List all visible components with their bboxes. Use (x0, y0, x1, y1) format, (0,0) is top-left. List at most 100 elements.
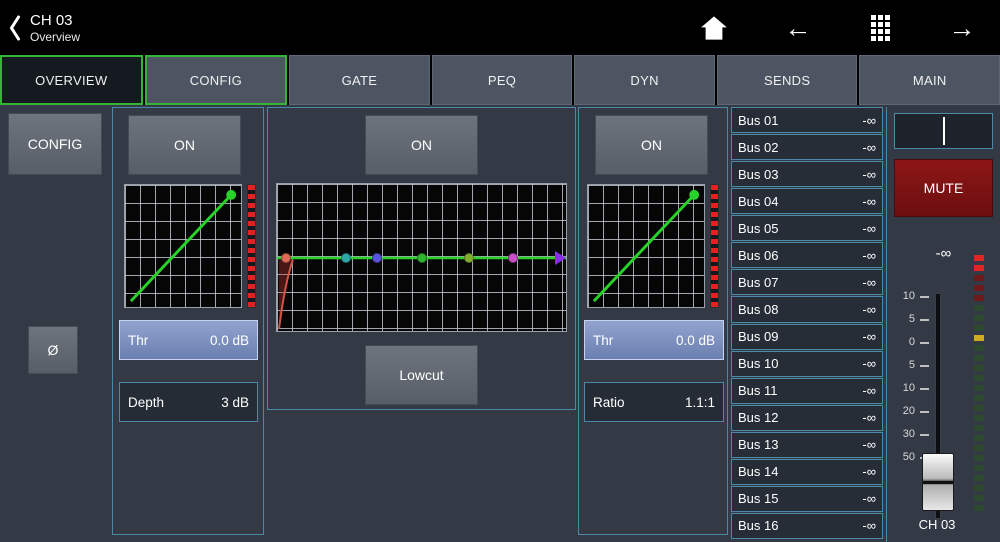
meter-segment (974, 375, 984, 381)
bus-send-level: -∞ (862, 194, 876, 209)
bus-row[interactable]: Bus 01-∞ (731, 107, 883, 133)
peq-band-marker-4[interactable] (417, 253, 427, 263)
config-button[interactable]: CONFIG (8, 113, 102, 175)
dyn-ratio-label: Ratio (593, 395, 625, 410)
bus-name: Bus 12 (738, 410, 778, 425)
phase-invert-button[interactable]: Ø (28, 326, 78, 374)
gate-graph[interactable] (124, 184, 242, 308)
gate-depth-value: 3 dB (221, 395, 249, 410)
bus-name: Bus 01 (738, 113, 778, 128)
fader-handle[interactable] (922, 453, 954, 511)
bus-name: Bus 04 (738, 194, 778, 209)
fader-scale-tick (920, 365, 929, 367)
meter-segment (974, 495, 984, 501)
bus-name: Bus 09 (738, 329, 778, 344)
back-chevron-icon (8, 14, 21, 42)
dyn-ratio-field[interactable]: Ratio 1.1:1 (584, 382, 724, 422)
peq-panel: ON Lowcut (267, 107, 576, 410)
pan-control[interactable] (894, 113, 993, 149)
bus-name: Bus 08 (738, 302, 778, 317)
tab-overview[interactable]: OVERVIEW (0, 55, 143, 105)
bus-row[interactable]: Bus 07-∞ (731, 269, 883, 295)
peq-band-markers (277, 184, 566, 331)
keypad-grid-icon (871, 15, 890, 41)
bus-row[interactable]: Bus 12-∞ (731, 405, 883, 431)
bus-row[interactable]: Bus 15-∞ (731, 486, 883, 512)
gate-on-button[interactable]: ON (128, 115, 241, 175)
fader-scale-label: 10 (891, 382, 915, 394)
bus-row[interactable]: Bus 06-∞ (731, 242, 883, 268)
mute-button[interactable]: MUTE (894, 159, 993, 217)
bus-row[interactable]: Bus 09-∞ (731, 324, 883, 350)
dyn-graph[interactable] (587, 184, 705, 308)
meter-segment (974, 425, 984, 431)
next-button[interactable]: → (944, 11, 980, 45)
peq-band-marker-1[interactable] (281, 253, 291, 263)
tab-main[interactable]: MAIN (859, 55, 1000, 105)
tab-bar: OVERVIEW CONFIG GATE PEQ DYN SENDS MAIN (0, 55, 1000, 105)
fader-scale-label: 50 (891, 451, 915, 463)
meter-segment (974, 485, 984, 491)
bus-name: Bus 14 (738, 464, 778, 479)
meter-segment (974, 445, 984, 451)
tab-dyn[interactable]: DYN (574, 55, 715, 105)
fader-scale-tick (920, 411, 929, 413)
home-button[interactable] (696, 11, 732, 45)
meter-segment (974, 325, 984, 331)
bus-name: Bus 13 (738, 437, 778, 452)
peq-band-marker-5[interactable] (464, 253, 474, 263)
meter-segment (974, 335, 984, 341)
bus-row[interactable]: Bus 02-∞ (731, 134, 883, 160)
bus-row[interactable]: Bus 05-∞ (731, 215, 883, 241)
prev-button[interactable]: ← (780, 11, 816, 45)
dyn-threshold-field[interactable]: Thr 0.0 dB (584, 320, 724, 360)
back-button[interactable]: CH 03 Overview (8, 7, 80, 49)
fader-scale-label: 20 (891, 405, 915, 417)
bus-row[interactable]: Bus 13 -∞ (731, 432, 883, 458)
meter-segment (974, 465, 984, 471)
peq-band-marker-3[interactable] (372, 253, 382, 263)
gate-depth-label: Depth (128, 395, 164, 410)
peq-band-marker-7[interactable] (555, 251, 566, 265)
bus-name: Bus 16 (738, 518, 778, 533)
gate-depth-field[interactable]: Depth 3 dB (119, 382, 258, 422)
bus-send-level: -∞ (862, 302, 876, 317)
meter-segment (974, 455, 984, 461)
right-arrow-icon: → (949, 13, 976, 43)
meter-segment (974, 255, 984, 261)
dyn-panel: ON Thr 0.0 dB Ratio 1.1:1 (578, 107, 728, 535)
tab-sends[interactable]: SENDS (717, 55, 858, 105)
meter-segment (974, 305, 984, 311)
channel-title: CH 03 (30, 11, 80, 30)
bus-row[interactable]: Bus 11-∞ (731, 378, 883, 404)
bus-send-level: -∞ (862, 221, 876, 236)
fader-scale-tick (920, 388, 929, 390)
page-subtitle: Overview (30, 30, 80, 45)
bus-row[interactable]: Bus 03-∞ (731, 161, 883, 187)
bus-send-level: -∞ (862, 437, 876, 452)
bus-send-level: -∞ (862, 356, 876, 371)
bus-name: Bus 15 (738, 491, 778, 506)
peq-band-marker-2[interactable] (341, 253, 351, 263)
bus-row[interactable]: Bus 08 -∞ (731, 296, 883, 322)
dyn-ratio-value: 1.1:1 (685, 395, 715, 410)
gate-threshold-field[interactable]: Thr 0.0 dB (119, 320, 258, 360)
bus-send-level: -∞ (862, 140, 876, 155)
scenes-button[interactable] (862, 11, 898, 45)
peq-graph[interactable] (276, 183, 567, 332)
lowcut-button[interactable]: Lowcut (365, 345, 478, 405)
sends-bus-list: Bus 01-∞Bus 02-∞Bus 03-∞Bus 04-∞Bus 05-∞… (731, 107, 883, 539)
bus-row[interactable]: Bus 14-∞ (731, 459, 883, 485)
bus-send-level: -∞ (862, 248, 876, 263)
tab-peq[interactable]: PEQ (432, 55, 573, 105)
gate-threshold-label: Thr (128, 333, 148, 348)
tab-gate[interactable]: GATE (289, 55, 430, 105)
meter-segment (974, 295, 984, 301)
bus-row[interactable]: Bus 10-∞ (731, 351, 883, 377)
dyn-on-button[interactable]: ON (595, 115, 708, 175)
bus-row[interactable]: Bus 16-∞ (731, 513, 883, 539)
tab-config[interactable]: CONFIG (145, 55, 288, 105)
peq-on-button[interactable]: ON (365, 115, 478, 175)
bus-row[interactable]: Bus 04 -∞ (731, 188, 883, 214)
peq-band-marker-6[interactable] (508, 253, 518, 263)
